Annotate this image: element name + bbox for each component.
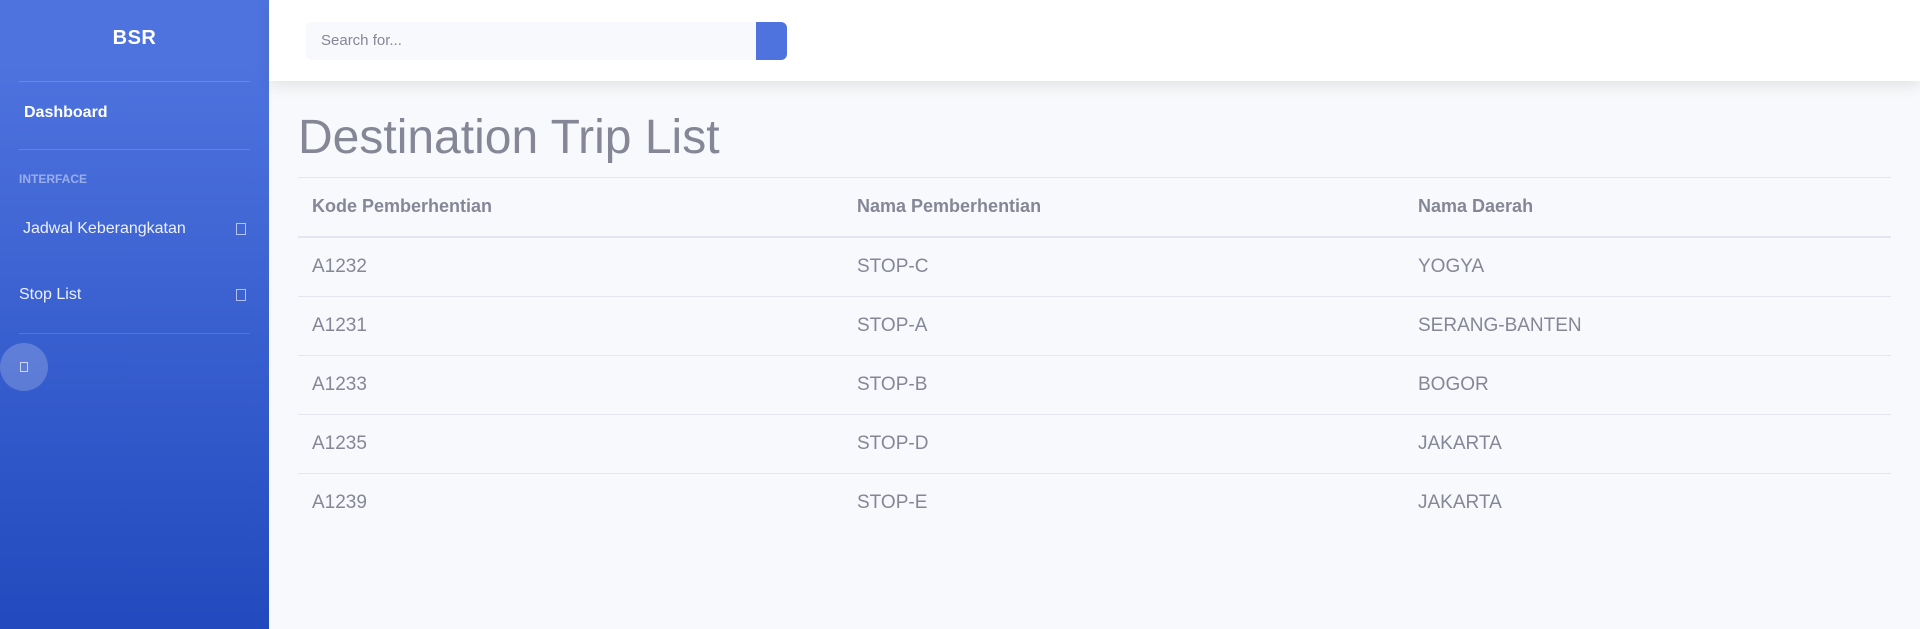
search-input[interactable] (306, 21, 756, 60)
sidebar-item-label: Dashboard (24, 104, 108, 121)
table-row: A1231 STOP-A SERANG-BANTEN (298, 295, 1891, 356)
column-header: Nama Pemberhentian (843, 176, 1404, 239)
table-cell: STOP-D (843, 413, 1404, 474)
table-cell: STOP-B (843, 354, 1404, 415)
page-title: Destination Trip List (298, 111, 720, 164)
search-button[interactable] (756, 21, 787, 60)
trip-table: Kode Pemberhentian Nama Pemberhentian Na… (298, 176, 1891, 533)
sidebar-item-label: Stop List (19, 286, 82, 303)
table-cell: SERANG-BANTEN (1404, 295, 1891, 356)
table-cell: A1231 (298, 295, 843, 356)
column-header: Kode Pemberhentian (298, 176, 843, 239)
sidebar-toggle-icon (20, 362, 28, 372)
sidebar: BSR Dashboard INTERFACE Jadwal Keberangk… (0, 0, 269, 629)
table-row: A1233 STOP-B BOGOR (298, 354, 1891, 415)
sidebar-item-label: Jadwal Keberangkatan (23, 220, 186, 237)
table-cell: JAKARTA (1404, 413, 1891, 474)
chevron-right-icon (236, 223, 246, 235)
chevron-right-icon (236, 289, 246, 301)
table-cell: STOP-A (843, 295, 1404, 356)
table-cell: A1232 (312, 255, 367, 277)
content-wrapper: Destination Trip List Kode Pemberhentian… (269, 0, 1920, 629)
sidebar-heading: INTERFACE (19, 172, 88, 186)
sidebar-toggle-button[interactable] (0, 343, 48, 391)
topbar (269, 0, 1920, 81)
sidebar-item-jadwal-keberangkatan[interactable]: Jadwal Keberangkatan (0, 196, 269, 262)
sidebar-item-stop-list[interactable]: Stop List (0, 262, 269, 328)
table-cell: YOGYA (1418, 255, 1485, 277)
app-wrapper: BSR Dashboard INTERFACE Jadwal Keberangk… (0, 0, 1920, 629)
table-cell: BOGOR (1404, 354, 1891, 415)
main-content: Destination Trip List Kode Pemberhentian… (269, 81, 1920, 533)
table-row: A1239 STOP-E JAKARTA (298, 472, 1891, 533)
brand-logo[interactable]: BSR (0, 0, 269, 76)
table-header-row: Kode Pemberhentian Nama Pemberhentian Na… (298, 176, 1891, 239)
table-cell: STOP-E (843, 472, 1404, 533)
table-cell: A1235 (298, 413, 843, 474)
table-cell: JAKARTA (1404, 472, 1891, 533)
table-cell: A1239 (298, 472, 843, 533)
sidebar-item-dashboard[interactable]: Dashboard (0, 82, 269, 144)
table-cell: STOP-C (857, 255, 929, 277)
column-header: Nama Daerah (1404, 176, 1891, 239)
table-row: A1235 STOP-D JAKARTA (298, 413, 1891, 474)
table-cell: A1233 (298, 354, 843, 415)
search-form (306, 21, 787, 60)
table-row: A1232 STOP-C YOGYA (298, 237, 1891, 296)
sidebar-divider (19, 333, 250, 334)
